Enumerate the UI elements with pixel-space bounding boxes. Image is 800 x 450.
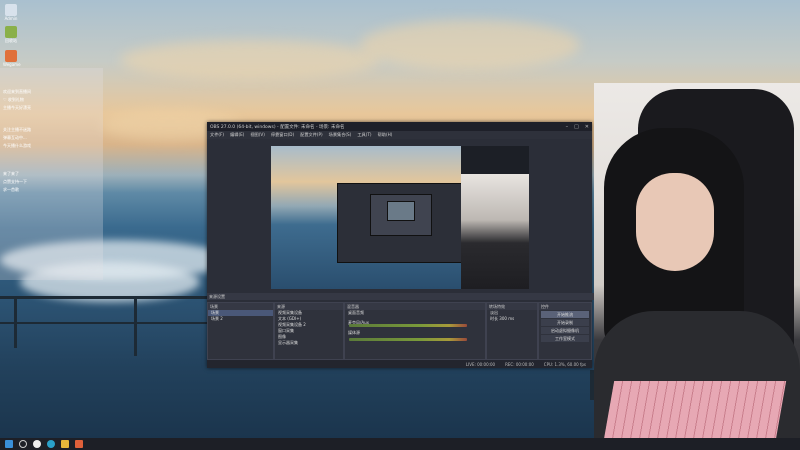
scene-item[interactable]: 场景 2 [208, 316, 273, 322]
preview-nested-obs-3 [387, 201, 415, 221]
recycle-bin-icon [5, 26, 17, 38]
transition-duration[interactable]: 时长 300 ms [487, 316, 537, 322]
chat-message: 求一首歌 [3, 187, 19, 192]
source-item[interactable]: 显示器采集 [275, 340, 343, 346]
obs-titlebar[interactable]: OBS 27.0.0 (64-bit, windows) - 配置文件: 未命名… [207, 122, 592, 131]
windows-start-icon[interactable] [5, 440, 13, 448]
streamer-face [636, 173, 714, 271]
app-icon[interactable] [75, 440, 83, 448]
mixer-channel-name: 桌面音频 [348, 310, 364, 315]
scenes-header: 场景 [208, 303, 273, 310]
railing-post [14, 296, 17, 348]
maximize-icon[interactable]: □ [574, 124, 579, 130]
edge-icon[interactable] [47, 440, 55, 448]
desktop-icon-label: Wegame [3, 62, 21, 67]
folder-icon[interactable] [61, 440, 69, 448]
wegame-icon [5, 50, 17, 62]
webcam-feed [594, 83, 800, 450]
preview-nested-obs [337, 183, 463, 263]
live-status: LIVE: 00:00:00 [465, 361, 496, 367]
chat-message: 弹幕互动中... [3, 135, 27, 140]
desktop-icon-wegame[interactable]: Wegame [3, 50, 21, 67]
mixer-header: 混音器 [345, 303, 485, 310]
transitions-header: 转场特效 [487, 303, 537, 310]
menu-tools[interactable]: 工具(T) [357, 132, 371, 138]
toolbar-label: 来源设置 [209, 294, 225, 299]
desktop-icon-admin[interactable]: Admin [3, 4, 19, 21]
obs-taskbar-icon[interactable] [33, 440, 41, 448]
cloud [360, 20, 580, 70]
sources-header: 来源 [275, 303, 343, 310]
railing [0, 322, 210, 324]
railing-post [134, 296, 137, 356]
scenes-dock: 场景 场景 场景 2 [207, 302, 274, 360]
rec-status: REC: 00:00:00 [505, 361, 534, 367]
cloud [120, 40, 380, 80]
menu-view[interactable]: 视图(V) [250, 132, 265, 138]
desktop-icon-recycle[interactable]: 回收站 [3, 26, 19, 44]
chat-message: 关注主播不迷路 [3, 127, 31, 132]
menu-file[interactable]: 文件(F) [210, 132, 224, 138]
mixer-dock: 混音器 桌面音频 麦克风/Aux 媒体源 [344, 302, 486, 360]
start-streaming-button[interactable]: 开始推流 [541, 311, 589, 318]
sources-dock: 来源 视频采集设备 文本 (GDI+) 视频采集设备 2 窗口采集 图像 显示器… [274, 302, 344, 360]
obs-statusbar: LIVE: 00:00:00 REC: 00:00:00 CPU: 1.3%, … [207, 360, 592, 368]
mixer-channel-name: 媒体源 [348, 330, 360, 335]
menu-edit[interactable]: 编辑(E) [230, 132, 244, 138]
preview-nested-obs-2 [370, 194, 432, 236]
controls-dock: 控件 开始推流 开始录制 启动虚拟摄像机 工作室模式 [538, 302, 592, 360]
search-icon[interactable] [19, 440, 27, 448]
obs-title: OBS 27.0.0 (64-bit, windows) - 配置文件: 未命名… [210, 124, 345, 130]
virtual-camera-button[interactable]: 启动虚拟摄像机 [541, 327, 589, 334]
chat-overlay: 欢迎来到直播间 ♡ 收到礼物 主播今天好漂亮 关注主播不迷路 弹幕互动中... … [0, 68, 103, 280]
railing [0, 296, 210, 299]
chat-message: 今天播什么游戏 [3, 143, 31, 148]
audio-meter [349, 338, 467, 341]
chat-message: 来了来了 [3, 171, 19, 176]
duration-label: 时长 [490, 316, 498, 321]
menu-help[interactable]: 帮助(H) [378, 132, 393, 138]
duration-value: 300 ms [499, 316, 515, 321]
chat-message: 主播今天好漂亮 [3, 105, 31, 110]
chat-message: ♡ 收到礼物 [3, 97, 24, 102]
menu-profile[interactable]: 配置文件(P) [300, 132, 323, 138]
transitions-dock: 转场特效 淡出 时长 300 ms [486, 302, 538, 360]
preview-webcam [461, 174, 529, 289]
chat-message: 欢迎来到直播间 [3, 89, 31, 94]
taskbar [0, 438, 800, 450]
audio-meter [349, 324, 467, 327]
obs-preview[interactable] [271, 146, 529, 289]
user-folder-icon [5, 4, 17, 16]
start-recording-button[interactable]: 开始录制 [541, 319, 589, 326]
desktop-icon-label: 回收站 [5, 38, 17, 43]
obs-window[interactable]: OBS 27.0.0 (64-bit, windows) - 配置文件: 未命名… [207, 122, 594, 368]
menu-scene-collection[interactable]: 场景集合(S) [329, 132, 352, 138]
minimize-icon[interactable]: – [566, 124, 569, 130]
desktop-icon-label: Admin [4, 16, 18, 21]
obs-menubar: 文件(F) 编辑(E) 视图(V) 停靠窗口(D) 配置文件(P) 场景集合(S… [207, 131, 592, 139]
studio-mode-button[interactable]: 工作室模式 [541, 335, 589, 342]
sources-toolbar: 来源设置 [207, 293, 594, 300]
menu-docks[interactable]: 停靠窗口(D) [271, 132, 294, 138]
chat-message: 点赞支持一下 [3, 179, 27, 184]
close-icon[interactable]: ✕ [585, 124, 589, 130]
cpu-status: CPU: 1.3%, 60.00 fps [543, 361, 586, 367]
controls-header: 控件 [539, 303, 591, 310]
